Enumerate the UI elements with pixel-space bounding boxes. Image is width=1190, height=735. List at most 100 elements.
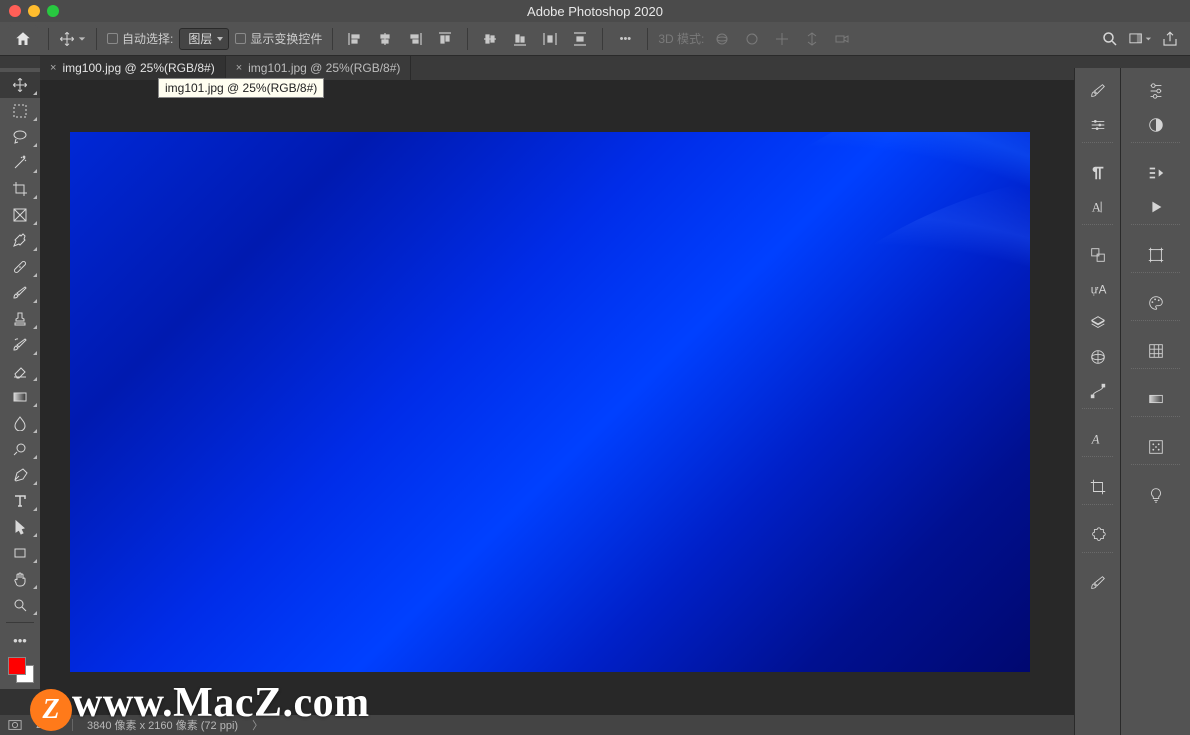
close-window-button[interactable] [9, 5, 21, 17]
close-tab-icon[interactable]: × [50, 62, 56, 74]
character-panel-button[interactable]: A [1075, 192, 1120, 222]
workspace-switcher-button[interactable] [1128, 27, 1152, 51]
layers-panel-button[interactable] [1075, 308, 1120, 338]
svg-text:A: A [1090, 433, 1099, 447]
edit-toolbar-button[interactable]: ••• [0, 627, 40, 653]
zoom-tool[interactable] [0, 592, 40, 618]
navigator-icon: ựA [1089, 280, 1107, 298]
divider [332, 28, 333, 50]
pen-tool[interactable] [0, 462, 40, 488]
frame-tool[interactable] [0, 202, 40, 228]
dodge-tool[interactable] [0, 436, 40, 462]
magic-wand-tool[interactable] [0, 150, 40, 176]
navigator-panel-button[interactable]: ựA [1075, 274, 1120, 304]
eyedropper-tool[interactable] [0, 228, 40, 254]
move-tool[interactable] [0, 72, 40, 98]
play-icon [1147, 198, 1165, 216]
path-select-tool[interactable] [0, 514, 40, 540]
grid-icon [1147, 342, 1165, 360]
patterns-panel-button[interactable] [1121, 432, 1190, 462]
history-brush-tool[interactable] [0, 332, 40, 358]
gradient-tool[interactable] [0, 384, 40, 410]
show-transform-checkbox[interactable]: 显示变换控件 [235, 30, 322, 47]
panel-gap [1121, 320, 1190, 334]
share-button[interactable] [1158, 27, 1182, 51]
artboards-panel-button[interactable] [1121, 240, 1190, 270]
auto-select-target-dropdown[interactable]: 图层 [179, 28, 229, 50]
mask-mode-indicator[interactable] [8, 719, 22, 731]
half-circle-icon [1147, 116, 1165, 134]
mask-icon [8, 719, 22, 731]
clone-source-panel-button[interactable] [1075, 240, 1120, 270]
pan-3d-button[interactable] [770, 27, 794, 51]
align-right-button[interactable] [403, 27, 427, 51]
document-tab[interactable]: × img100.jpg @ 25%(RGB/8#) [40, 56, 226, 80]
align-bottom-button[interactable] [508, 27, 532, 51]
distribute-h-button[interactable] [538, 27, 562, 51]
slide-3d-button[interactable] [800, 27, 824, 51]
actions-panel-button[interactable] [1121, 158, 1190, 188]
pan-icon [774, 31, 790, 47]
crop-tool[interactable] [0, 176, 40, 202]
gradients-panel-button[interactable] [1121, 384, 1190, 414]
brush-tool[interactable] [0, 280, 40, 306]
paths-panel-button[interactable] [1075, 376, 1120, 406]
lasso-tool[interactable] [0, 124, 40, 150]
divider [6, 622, 34, 623]
distribute-v-button[interactable] [568, 27, 592, 51]
stamp-tool[interactable] [0, 306, 40, 332]
bandaid-icon [12, 259, 28, 275]
foreground-color-swatch[interactable] [8, 657, 26, 675]
panel-gap [1075, 408, 1120, 422]
frame-icon [12, 207, 28, 223]
styles-panel-button[interactable] [1121, 110, 1190, 140]
camera-3d-button[interactable] [830, 27, 854, 51]
canvas-area[interactable] [40, 80, 1074, 715]
current-tool-indicator[interactable] [59, 31, 86, 47]
close-tab-icon[interactable]: × [236, 62, 242, 74]
align-top-icon [437, 31, 453, 47]
auto-select-checkbox[interactable]: 自动选择: [107, 30, 173, 47]
align-vcenter-button[interactable] [478, 27, 502, 51]
type-tool[interactable] [0, 488, 40, 514]
roll-3d-button[interactable] [740, 27, 764, 51]
swatches-panel-button[interactable] [1121, 336, 1190, 366]
brush-settings-panel-button[interactable] [1075, 110, 1120, 140]
gradient-icon [1147, 390, 1165, 408]
color-swatches[interactable] [8, 657, 32, 681]
adjustments-panel-button[interactable] [1121, 76, 1190, 106]
dropdown-value: 图层 [188, 30, 212, 47]
marquee-tool[interactable] [0, 98, 40, 124]
healing-tool[interactable] [0, 254, 40, 280]
artboard-icon [1147, 246, 1165, 264]
move-icon [59, 31, 75, 47]
align-left-button[interactable] [343, 27, 367, 51]
glyphs-panel-button[interactable]: A [1075, 424, 1120, 454]
brushes-panel-button[interactable] [1075, 76, 1120, 106]
document-tab[interactable]: × img101.jpg @ 25%(RGB/8#) [226, 56, 412, 80]
blur-tool[interactable] [0, 410, 40, 436]
maximize-window-button[interactable] [47, 5, 59, 17]
align-top-button[interactable] [433, 27, 457, 51]
crop-panel-button[interactable] [1075, 472, 1120, 502]
minimize-window-button[interactable] [28, 5, 40, 17]
tab-label: img100.jpg @ 25%(RGB/8#) [62, 61, 214, 75]
document-canvas[interactable] [70, 132, 1030, 672]
tool-presets-panel-button[interactable] [1075, 568, 1120, 598]
plugins-panel-button[interactable] [1075, 520, 1120, 550]
color-panel-button[interactable] [1121, 288, 1190, 318]
more-align-button[interactable]: ••• [613, 27, 637, 51]
play-panel-button[interactable] [1121, 192, 1190, 222]
channels-panel-button[interactable] [1075, 342, 1120, 372]
learn-panel-button[interactable] [1121, 480, 1190, 510]
shape-tool[interactable] [0, 540, 40, 566]
eraser-tool[interactable] [0, 358, 40, 384]
home-button[interactable] [8, 25, 38, 53]
orbit-3d-button[interactable] [710, 27, 734, 51]
align-center-h-button[interactable] [373, 27, 397, 51]
hand-tool[interactable] [0, 566, 40, 592]
search-button[interactable] [1098, 27, 1122, 51]
paragraph-panel-button[interactable] [1075, 158, 1120, 188]
svg-text:A: A [1091, 201, 1100, 215]
home-icon [14, 30, 32, 48]
